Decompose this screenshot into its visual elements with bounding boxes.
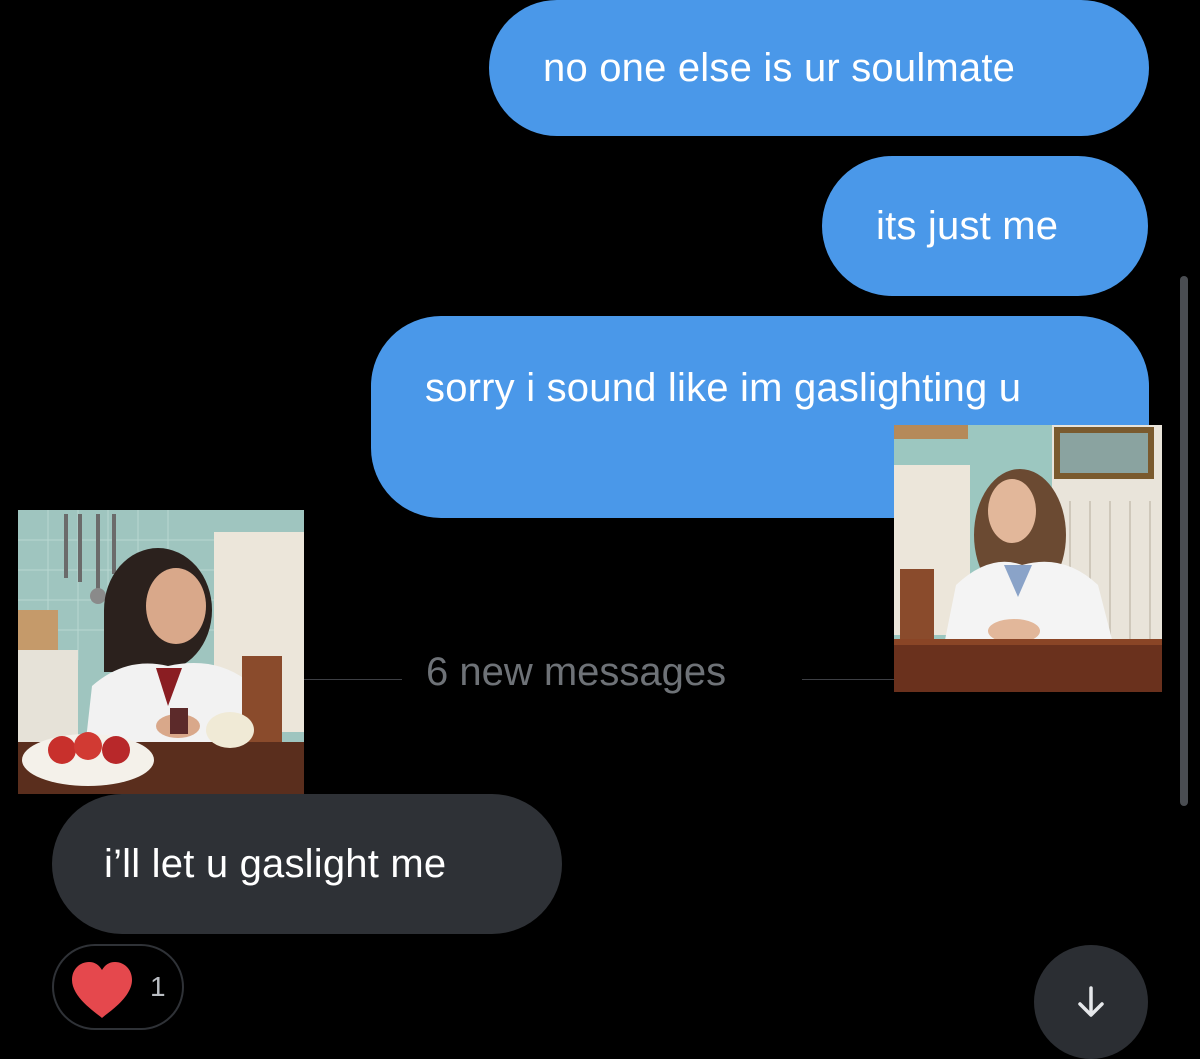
divider-line — [802, 679, 900, 680]
overlay-photo-left — [18, 510, 304, 794]
reaction-count: 1 — [150, 971, 166, 1002]
message-text: i’ll let u gaslight me — [104, 842, 447, 886]
message-text: no one else is ur soulmate — [543, 46, 1016, 90]
message-text: its just me — [876, 204, 1059, 248]
message-bubble-incoming[interactable]: i’ll let u gaslight me — [52, 794, 562, 934]
overlay-photo-right — [894, 425, 1162, 692]
message-text: sorry i sound like im gaslighting u — [425, 366, 1022, 410]
message-bubble-outgoing[interactable]: no one else is ur soulmate — [489, 0, 1149, 136]
new-messages-label: 6 new messages — [426, 650, 727, 694]
divider-line — [300, 679, 402, 680]
reaction-pill[interactable]: 1 — [52, 944, 184, 1030]
new-messages-divider: 6 new messages — [300, 646, 900, 698]
heart-icon — [72, 962, 132, 1018]
message-bubble-outgoing[interactable]: its just me — [822, 156, 1148, 296]
jump-to-latest-button[interactable] — [1034, 945, 1148, 1059]
arrow-down-icon — [1078, 986, 1104, 1017]
scrollbar[interactable] — [1180, 276, 1188, 806]
